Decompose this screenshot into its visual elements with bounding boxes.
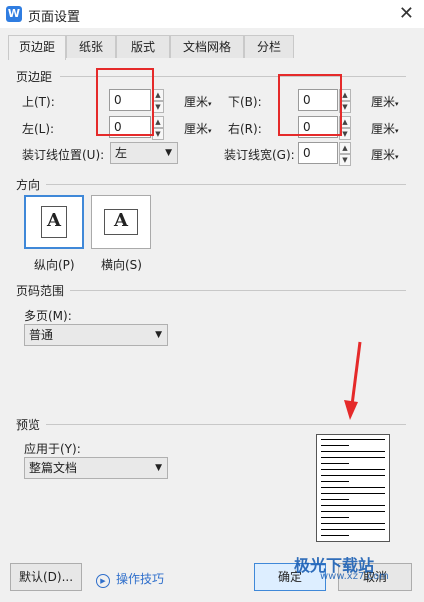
- play-icon: ▶: [96, 574, 110, 588]
- tips-link[interactable]: ▶ 操作技巧: [96, 570, 164, 588]
- watermark-url: www.xz7.com: [320, 571, 389, 582]
- red-arrow-annotation: [344, 341, 362, 420]
- default-button[interactable]: 默认(D)...: [10, 563, 82, 591]
